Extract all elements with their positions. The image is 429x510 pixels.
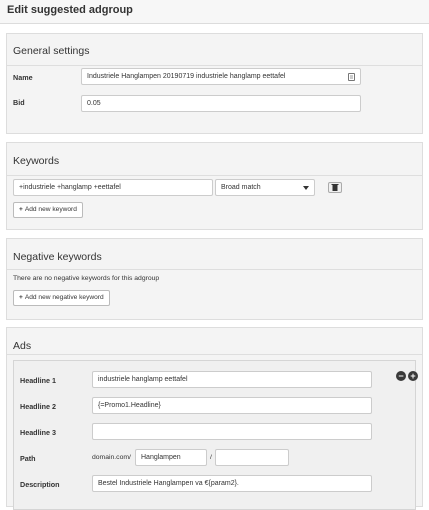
ad-card: Headline 1 industriele hanglamp eettafel… [13, 360, 418, 510]
name-field[interactable]: Industriele Hanglampen 20190719 industri… [81, 68, 361, 85]
add-keyword-label: Add new keyword [24, 206, 77, 213]
headline3-input[interactable] [92, 423, 372, 440]
modal-header: Edit suggested adgroup [0, 0, 429, 24]
divider [7, 175, 422, 176]
description-input[interactable]: Bestel Industriele Hanglampen va €{param… [92, 475, 372, 492]
path-domain: domain.com/ [92, 454, 131, 461]
ads-panel: Ads Headline 1 industriele hanglamp eett… [6, 327, 423, 510]
path1-input[interactable]: Hanglampen [135, 449, 207, 466]
page-title: Edit suggested adgroup [7, 4, 133, 16]
path-label: Path [20, 454, 36, 463]
plus-icon: + [19, 206, 23, 213]
trash-icon[interactable] [328, 182, 342, 193]
headline1-input[interactable]: industriele hanglamp eettafel [92, 371, 372, 388]
divider [7, 354, 422, 355]
list-icon[interactable] [348, 73, 355, 81]
empty-message: There are no negative keywords for this … [13, 275, 160, 282]
section-title: General settings [13, 45, 90, 57]
section-title: Ads [13, 340, 32, 352]
divider [7, 65, 422, 66]
headline3-label: Headline 3 [20, 428, 56, 437]
minus-circle-icon[interactable]: − [396, 371, 406, 381]
headline2-value: {=Promo1.Headline} [98, 402, 161, 409]
negative-keywords-panel: Negative keywords There are no negative … [6, 238, 423, 320]
bid-value: 0.05 [87, 100, 101, 107]
section-title: Negative keywords [13, 251, 102, 263]
add-negative-keyword-label: Add new negative keyword [24, 294, 104, 301]
add-keyword-button[interactable]: + Add new keyword [13, 202, 83, 218]
name-label: Name [13, 73, 33, 82]
headline1-label: Headline 1 [20, 376, 56, 385]
description-label: Description [20, 480, 60, 489]
keywords-panel: Keywords +industriele +hanglamp +eettafe… [6, 142, 423, 230]
plus-circle-icon[interactable]: + [408, 371, 418, 381]
headline2-label: Headline 2 [20, 402, 56, 411]
plus-icon: + [19, 294, 23, 301]
keyword-input[interactable]: +industriele +hanglamp +eettafel [13, 179, 213, 196]
general-settings-panel: General settings Name Industriele Hangla… [6, 33, 423, 134]
match-type-value: Broad match [221, 184, 261, 191]
headline1-value: industriele hanglamp eettafel [98, 376, 188, 383]
bid-label: Bid [13, 98, 25, 107]
path-separator: / [210, 454, 212, 461]
keyword-value: +industriele +hanglamp +eettafel [19, 184, 121, 191]
divider [7, 269, 422, 270]
name-value: Industriele Hanglampen 20190719 industri… [87, 73, 286, 80]
match-type-select[interactable]: Broad match [215, 179, 315, 196]
add-negative-keyword-button[interactable]: + Add new negative keyword [13, 290, 110, 306]
path1-value: Hanglampen [141, 454, 181, 461]
caret-down-icon [303, 186, 309, 190]
bid-field[interactable]: 0.05 [81, 95, 361, 112]
section-title: Keywords [13, 155, 60, 167]
headline2-input[interactable]: {=Promo1.Headline} [92, 397, 372, 414]
path2-input[interactable] [215, 449, 289, 466]
description-value: Bestel Industriele Hanglampen va €{param… [98, 480, 239, 487]
